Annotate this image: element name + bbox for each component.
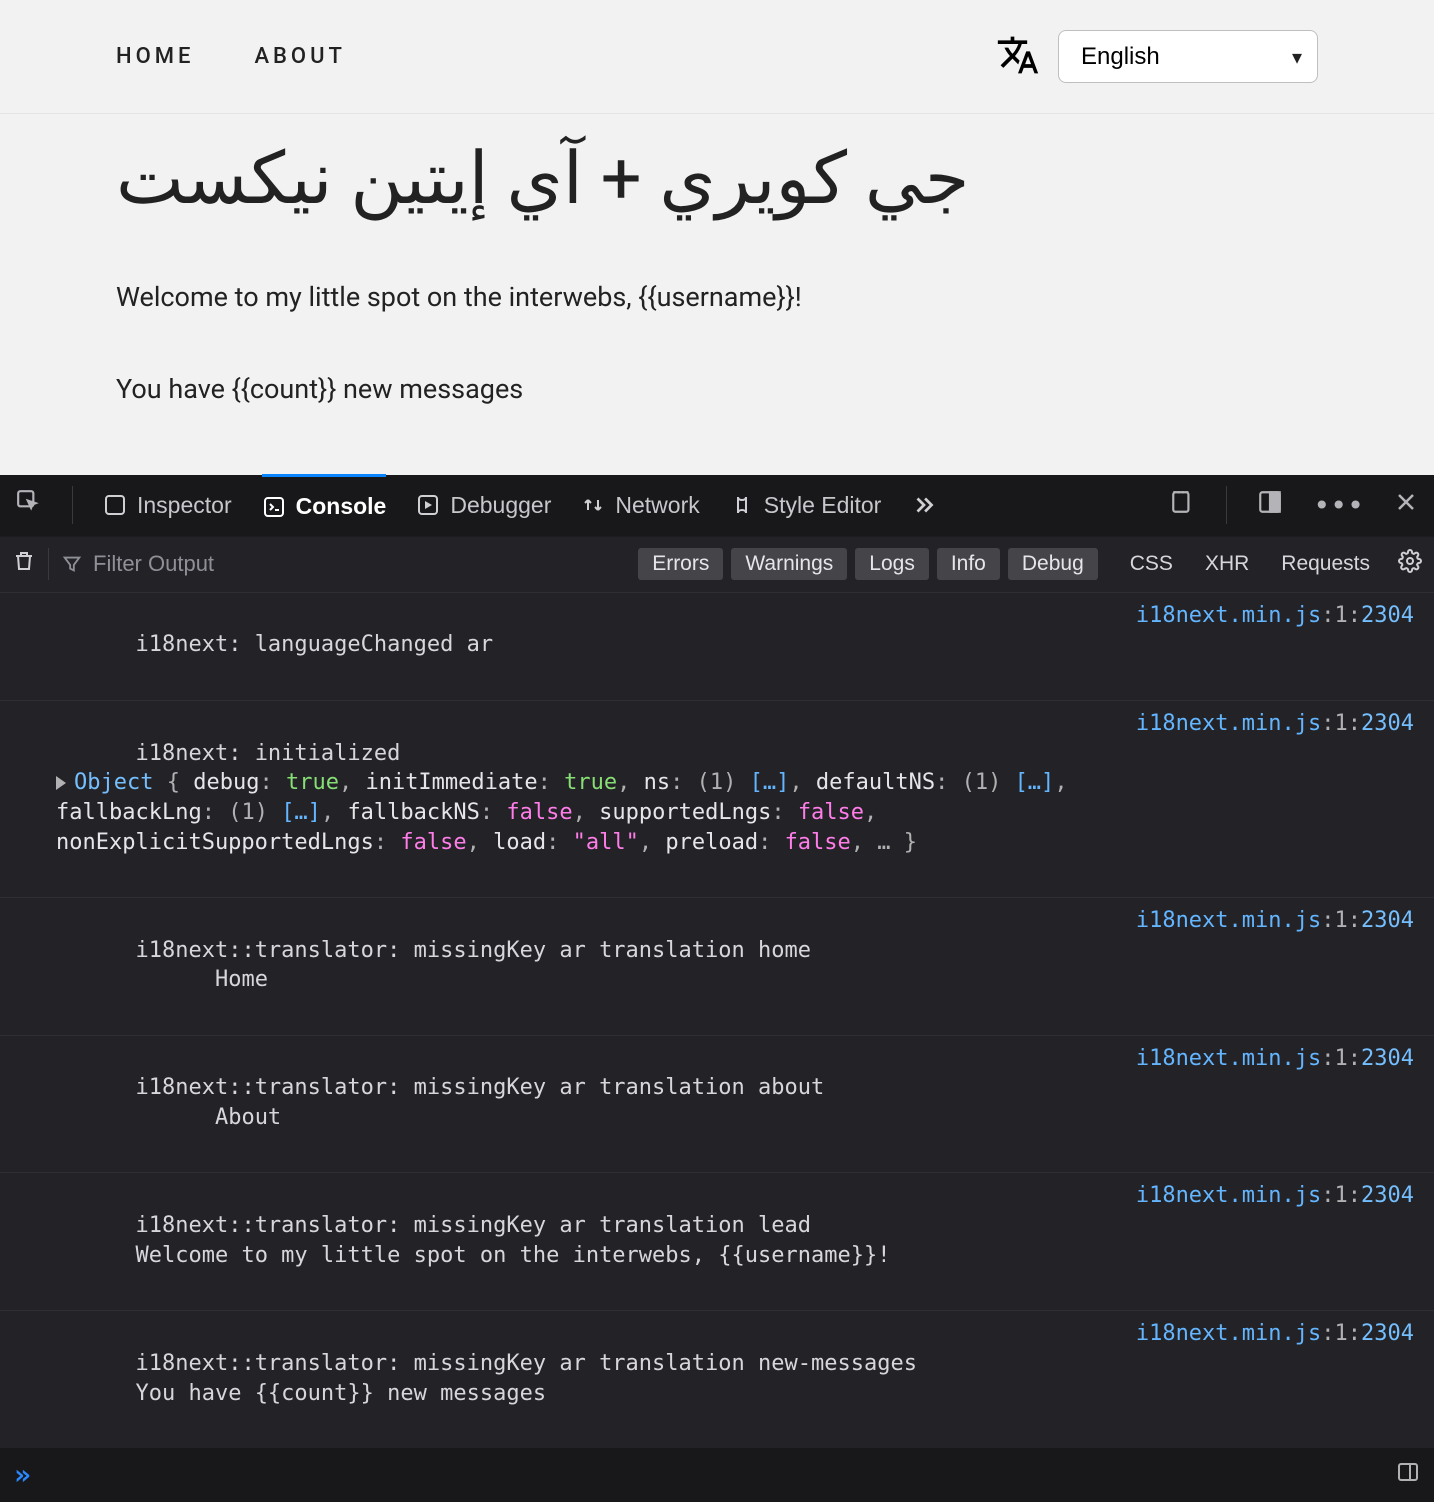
log-row: i18next.min.js:1:2304i18next::translator…	[0, 1173, 1434, 1311]
log-source[interactable]: i18next.min.js:1:2304	[1136, 601, 1414, 631]
tab-network[interactable]: Network	[581, 474, 699, 536]
console-filter-bar: Filter Output Errors Warnings Logs Info …	[0, 537, 1434, 593]
log-source[interactable]: i18next.min.js:1:2304	[1136, 1319, 1414, 1349]
log-source[interactable]: i18next.min.js:1:2304	[1136, 1044, 1414, 1074]
log-text: i18next: languageChanged ar	[135, 632, 493, 657]
toggle-xhr[interactable]: XHR	[1205, 552, 1249, 576]
tab-debugger-label: Debugger	[450, 492, 551, 519]
console-prompt-icon: »	[14, 1458, 31, 1491]
console-log-area: i18next.min.js:1:2304 i18next: languageCh…	[0, 593, 1434, 1448]
log-text: i18next::translator: missingKey ar trans…	[135, 1213, 811, 1238]
log-row: i18next.min.js:1:2304 i18next: initialize…	[0, 701, 1434, 898]
lead-text: Welcome to my little spot on the interwe…	[116, 281, 1318, 313]
log-row: i18next.min.js:1:2304i18next::translator…	[0, 898, 1434, 1036]
page-title: جي كويري + آي إيتين نيكست	[116, 138, 1318, 221]
log-source[interactable]: i18next.min.js:1:2304	[1136, 906, 1414, 936]
tab-console[interactable]: Console	[262, 474, 387, 536]
close-devtools-icon[interactable]	[1394, 490, 1418, 520]
navbar: HOME ABOUT English ▾	[0, 0, 1434, 114]
tabs-overflow[interactable]	[911, 474, 937, 536]
log-text: i18next::translator: missingKey ar trans…	[135, 1351, 916, 1376]
tab-style-label: Style Editor	[764, 492, 882, 519]
console-settings-icon[interactable]	[1398, 549, 1422, 579]
new-messages-text: You have {{count}} new messages	[116, 373, 1318, 405]
nav-about[interactable]: ABOUT	[254, 44, 345, 69]
devtools-toolbar: Inspector Console Debugger Network Style…	[0, 475, 1434, 537]
tab-network-label: Network	[615, 492, 699, 519]
filter-placeholder: Filter Output	[93, 551, 214, 577]
level-warnings[interactable]: Warnings	[731, 548, 847, 580]
clear-console-icon[interactable]	[12, 549, 36, 579]
filter-input[interactable]: Filter Output	[61, 551, 421, 577]
log-row: i18next.min.js:1:2304i18next::translator…	[0, 1036, 1434, 1174]
tab-console-label: Console	[296, 493, 387, 520]
log-text: You have {{count}} new messages	[135, 1381, 546, 1406]
translate-icon	[996, 33, 1040, 81]
pick-element-icon[interactable]	[16, 489, 42, 521]
dock-mode-icon[interactable]	[1257, 489, 1283, 521]
toggle-requests[interactable]: Requests	[1281, 552, 1370, 576]
toggle-css[interactable]: CSS	[1130, 552, 1173, 576]
object-label: Object	[74, 770, 153, 795]
nav-home[interactable]: HOME	[116, 44, 194, 69]
log-text: i18next::translator: missingKey ar trans…	[135, 938, 811, 963]
disclosure-triangle-icon[interactable]	[56, 776, 66, 790]
level-logs[interactable]: Logs	[855, 548, 929, 580]
language-switcher: English ▾	[996, 30, 1318, 83]
language-select[interactable]: English	[1058, 30, 1318, 83]
level-debug[interactable]: Debug	[1008, 548, 1098, 580]
console-input-bar[interactable]: »	[0, 1448, 1434, 1502]
level-info[interactable]: Info	[937, 548, 1000, 580]
devtools: Inspector Console Debugger Network Style…	[0, 475, 1434, 1502]
tab-inspector[interactable]: Inspector	[103, 474, 232, 536]
level-errors[interactable]: Errors	[638, 548, 723, 580]
tab-inspector-label: Inspector	[137, 492, 232, 519]
log-source[interactable]: i18next.min.js:1:2304	[1136, 709, 1414, 739]
log-text: Welcome to my little spot on the interwe…	[135, 1243, 890, 1268]
log-row: i18next.min.js:1:2304i18next::translator…	[0, 1311, 1434, 1448]
log-text: Home	[215, 967, 268, 992]
tab-style-editor[interactable]: Style Editor	[730, 474, 882, 536]
log-source[interactable]: i18next.min.js:1:2304	[1136, 1181, 1414, 1211]
meatballs-icon[interactable]: •••	[1313, 489, 1364, 522]
log-text: i18next: initialized	[135, 741, 400, 766]
log-text: About	[215, 1105, 281, 1130]
tab-debugger[interactable]: Debugger	[416, 474, 551, 536]
log-text: i18next::translator: missingKey ar trans…	[135, 1075, 824, 1100]
responsive-mode-icon[interactable]	[1170, 489, 1196, 521]
log-row: i18next.min.js:1:2304 i18next: languageCh…	[0, 593, 1434, 701]
sidebar-toggle-icon[interactable]	[1396, 1460, 1420, 1490]
